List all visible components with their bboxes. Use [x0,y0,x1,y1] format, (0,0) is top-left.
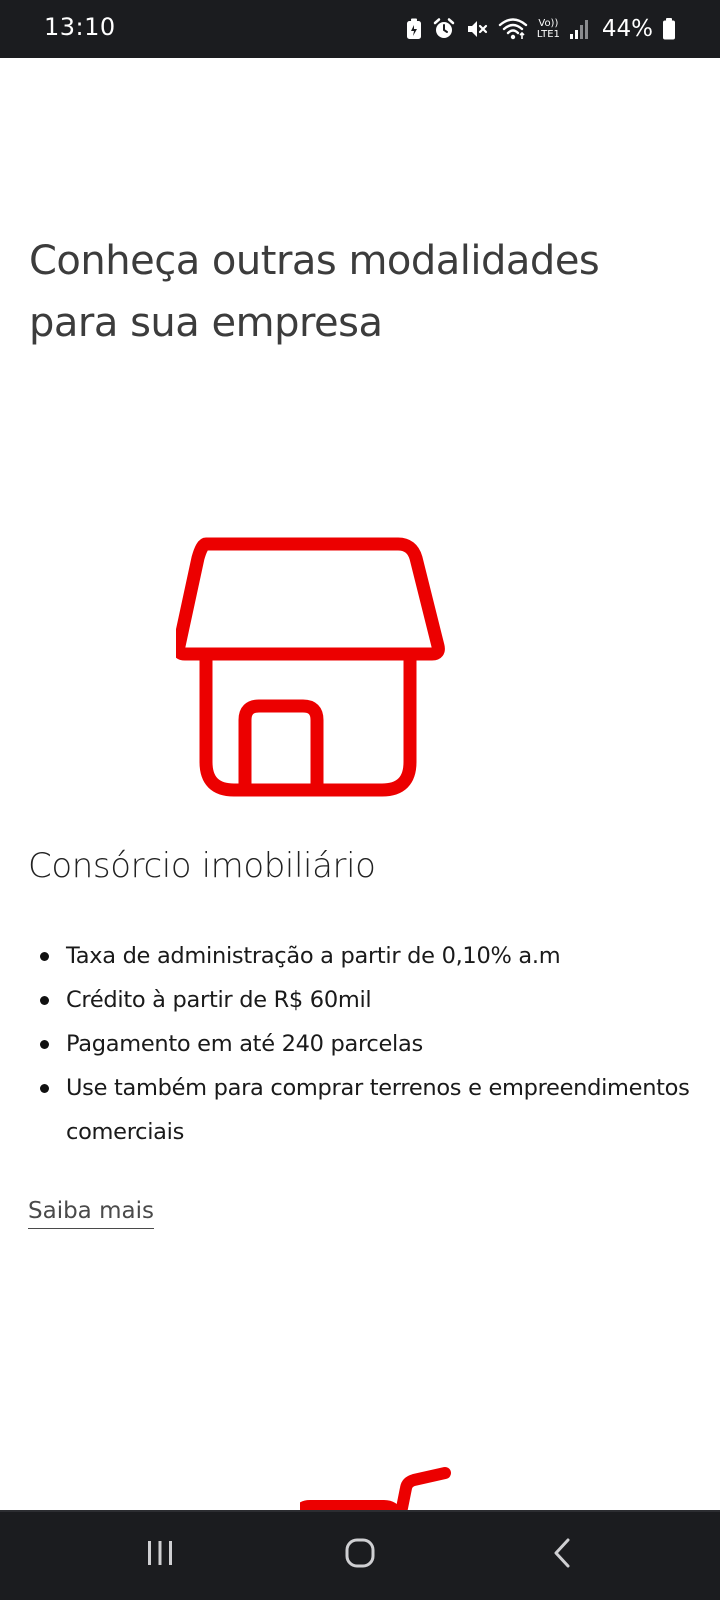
status-bar: 13:10 Vo)) LTE1 44% [0,0,720,58]
recent-apps-button[interactable] [100,1510,220,1600]
alarm-icon [432,17,456,41]
product-title: Consórcio imobiliário [28,846,376,886]
wifi-icon [498,17,528,41]
feature-item: Taxa de administração a partir de 0,10% … [28,934,708,978]
network-type-label: Vo)) LTE1 [536,18,560,40]
battery-icon [662,17,676,41]
feature-list: Taxa de administração a partir de 0,10% … [28,934,708,1154]
back-button[interactable] [502,1510,622,1600]
mute-icon [465,17,489,41]
signal-icon [569,18,589,40]
page-content: Conheça outras modalidades para sua empr… [0,58,720,1510]
battery-percent: 44% [601,16,653,42]
status-time: 13:10 [44,13,116,41]
next-product-icon [294,1418,460,1510]
feature-item: Pagamento em até 240 parcelas [28,1022,708,1066]
saiba-mais-link[interactable]: Saiba mais [28,1194,154,1229]
home-button[interactable] [300,1510,420,1600]
house-icon [172,532,446,806]
feature-item: Crédito à partir de R$ 60mil [28,978,708,1022]
feature-item: Use também para comprar terrenos e empre… [28,1066,708,1154]
recent-apps-icon [145,1539,175,1571]
back-icon [551,1537,573,1573]
page-title: Conheça outras modalidades para sua empr… [29,238,600,346]
status-icons: Vo)) LTE1 44% [405,12,676,46]
navigation-bar [0,1510,720,1600]
home-icon [344,1537,376,1573]
battery-saver-icon [405,17,423,41]
